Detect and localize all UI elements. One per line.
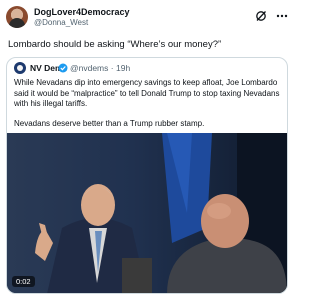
quoted-age[interactable]: 19h (116, 63, 130, 73)
post-text: Lombardo should be asking “Where’s our m… (8, 39, 222, 50)
video-duration: 0:02 (12, 276, 35, 287)
verified-badge-icon (58, 63, 68, 73)
grok-icon[interactable] (255, 10, 267, 22)
author-name[interactable]: DogLover4Democracy (34, 7, 130, 17)
video-player[interactable]: 0:02 (7, 133, 287, 293)
quoted-paragraph: Nevadans deserve better than a Trump rub… (14, 118, 205, 128)
separator-dot: · (110, 63, 114, 73)
quoted-author-handle[interactable]: @nvdems (70, 63, 108, 73)
author-handle[interactable]: @Donna_West (34, 18, 88, 27)
quoted-text: While Nevadans dip into emergency saving… (14, 78, 284, 138)
post-header: DogLover4Democracy @Donna_West (6, 4, 289, 30)
more-options-icon[interactable] (275, 10, 289, 22)
quoted-avatar[interactable] (14, 62, 26, 74)
quoted-post[interactable]: NV Dems @nvdems · 19h While Nevadans dip… (6, 57, 288, 294)
quoted-meta: @nvdems · 19h (70, 63, 130, 73)
quoted-paragraph: While Nevadans dip into emergency saving… (14, 78, 280, 108)
video-frame (7, 133, 287, 293)
avatar[interactable] (6, 6, 28, 28)
